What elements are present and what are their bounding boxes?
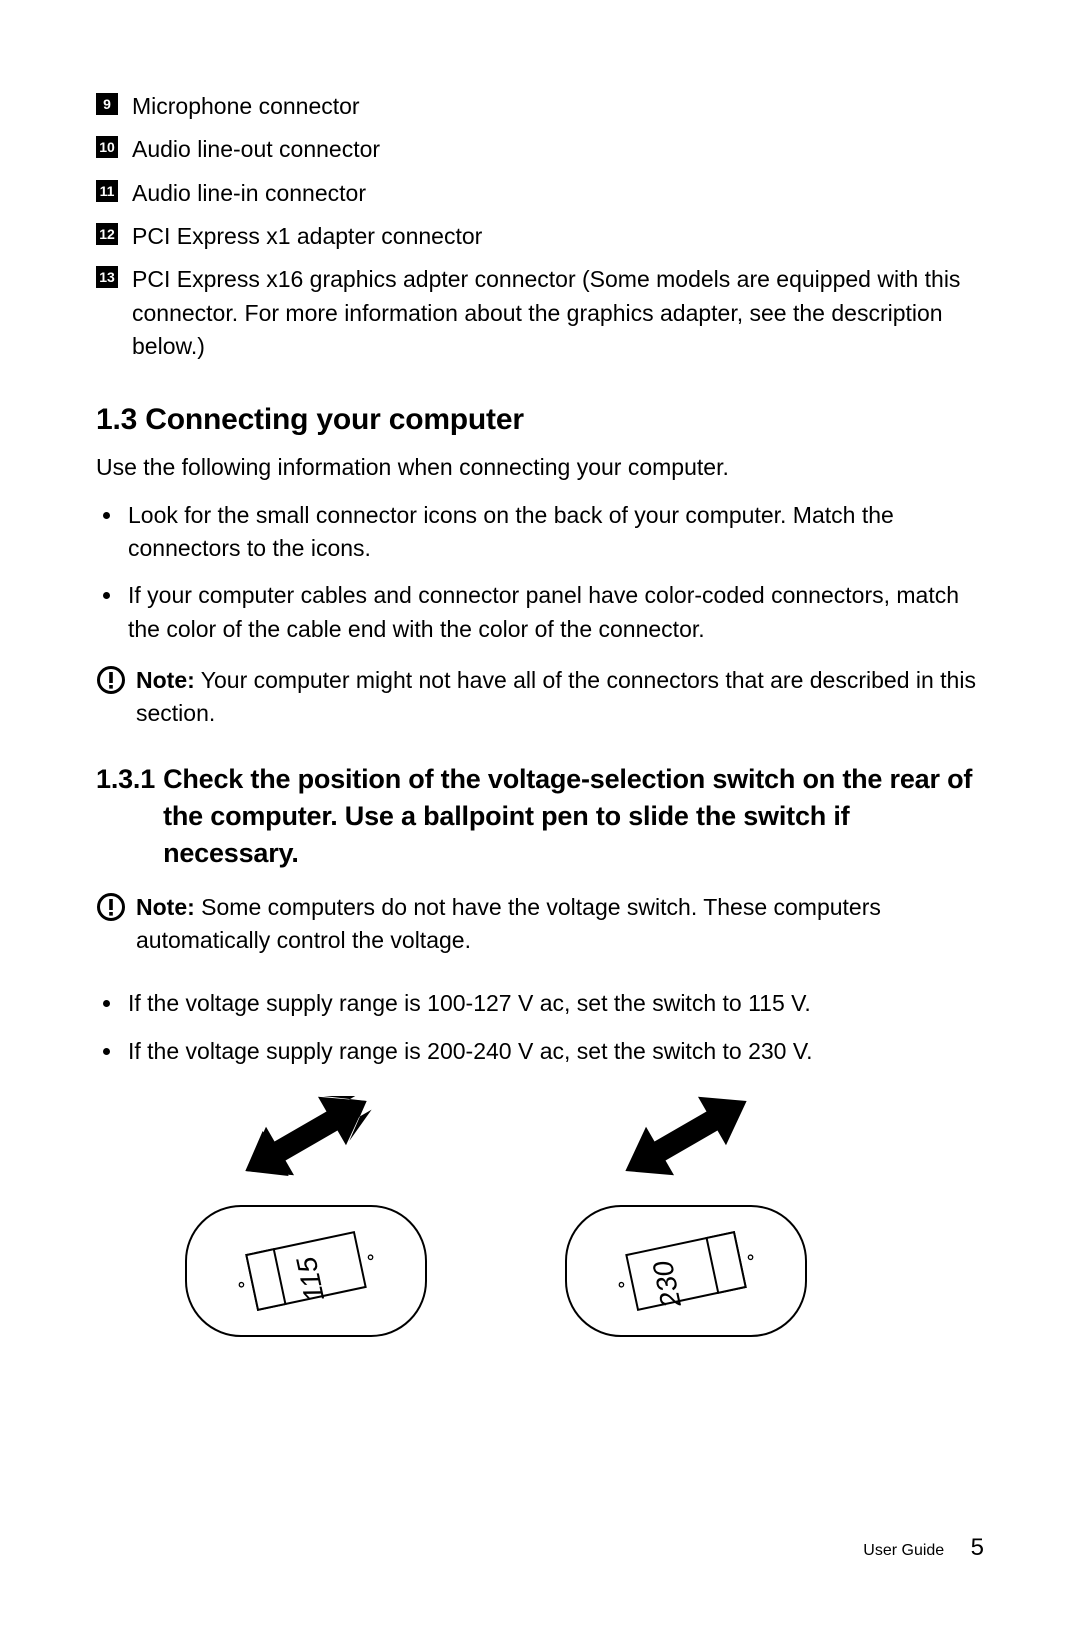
- list-text: Microphone connector: [132, 90, 984, 123]
- page-content: 9 Microphone connector 10 Audio line-out…: [0, 0, 1080, 1356]
- bullet-item: If the voltage supply range is 200-240 V…: [124, 1035, 984, 1068]
- note-block: Note: Some computers do not have the vol…: [96, 891, 984, 958]
- list-item: 13 PCI Express x16 graphics adpter conne…: [96, 263, 984, 363]
- note-label: Note:: [136, 894, 195, 920]
- list-text: PCI Express x16 graphics adpter connecto…: [132, 263, 984, 363]
- num-badge: 9: [96, 93, 118, 115]
- note-icon: [96, 665, 126, 695]
- list-text: Audio line-out connector: [132, 133, 984, 166]
- voltage-switch-230: 230: [536, 1096, 836, 1356]
- bullet-list: If the voltage supply range is 100-127 V…: [96, 987, 984, 1068]
- subsection-heading: 1.3.1 Check the position of the voltage-…: [96, 761, 984, 873]
- list-item: 9 Microphone connector: [96, 90, 984, 123]
- num-badge: 11: [96, 180, 118, 202]
- page-number: 5: [971, 1534, 984, 1561]
- note-text: Note: Some computers do not have the vol…: [136, 891, 984, 958]
- page-footer: User Guide 5: [863, 1534, 984, 1562]
- num-badge: 10: [96, 136, 118, 158]
- footer-label: User Guide: [863, 1542, 944, 1559]
- bullet-item: If the voltage supply range is 100-127 V…: [124, 987, 984, 1020]
- section-intro: Use the following information when conne…: [96, 451, 984, 484]
- list-item: 10 Audio line-out connector: [96, 133, 984, 166]
- list-item: 11 Audio line-in connector: [96, 177, 984, 210]
- numbered-list: 9 Microphone connector 10 Audio line-out…: [96, 90, 984, 363]
- num-badge: 12: [96, 223, 118, 245]
- note-block: Note: Your computer might not have all o…: [96, 664, 984, 731]
- list-text: Audio line-in connector: [132, 177, 984, 210]
- num-badge: 13: [96, 266, 118, 288]
- bullet-item: Look for the small connector icons on th…: [124, 499, 984, 566]
- list-text: PCI Express x1 adapter connector: [132, 220, 984, 253]
- voltage-switch-diagrams: 115 230: [156, 1096, 984, 1356]
- note-text: Note: Your computer might not have all o…: [136, 664, 984, 731]
- subsection-number: 1.3.1: [96, 761, 155, 873]
- note-label: Note:: [136, 667, 195, 693]
- note-body: Some computers do not have the voltage s…: [136, 894, 881, 953]
- bullet-list: Look for the small connector icons on th…: [96, 499, 984, 646]
- note-icon: [96, 892, 126, 922]
- voltage-switch-115: 115: [156, 1096, 456, 1356]
- bullet-item: If your computer cables and connector pa…: [124, 579, 984, 646]
- subsection-title: Check the position of the voltage-select…: [163, 761, 984, 873]
- section-heading: 1.3 Connecting your computer: [96, 403, 984, 437]
- note-body: Your computer might not have all of the …: [136, 667, 976, 726]
- list-item: 12 PCI Express x1 adapter connector: [96, 220, 984, 253]
